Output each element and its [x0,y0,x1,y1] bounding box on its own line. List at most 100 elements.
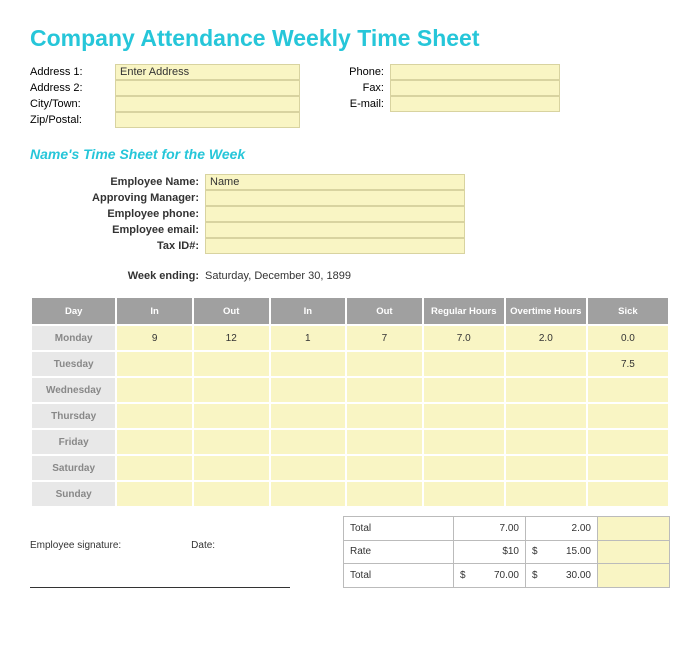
page-title: Company Attendance Weekly Time Sheet [30,25,670,52]
cell-in1[interactable] [116,481,193,507]
cell-out1[interactable] [193,351,270,377]
fax-field[interactable] [390,80,560,96]
cell-sick[interactable] [587,403,669,429]
cell-ot[interactable]: 2.0 [505,325,587,351]
sum-total-reg: 7.00 [454,517,526,541]
cell-sick[interactable] [587,377,669,403]
day-label: Friday [31,429,116,455]
cell-sick[interactable]: 7.5 [587,351,669,377]
emp-phone-label: Employee phone: [30,208,205,220]
summary-table: Total 7.00 2.00 Rate $10 $15.00 Total $7… [343,516,670,588]
address2-field[interactable] [115,80,300,96]
cell-in1[interactable]: 9 [116,325,193,351]
cell-in1[interactable] [116,429,193,455]
col-day: Day [31,297,116,325]
phone-label: Phone: [330,66,390,78]
cell-in2[interactable] [270,403,347,429]
cell-reg[interactable]: 7.0 [423,325,505,351]
week-ending-value: Saturday, December 30, 1899 [205,270,351,282]
tax-field[interactable] [205,238,465,254]
cell-out1[interactable]: 12 [193,325,270,351]
day-label: Saturday [31,455,116,481]
cell-ot[interactable] [505,429,587,455]
employee-info: Employee Name:Name Approving Manager: Em… [30,174,670,254]
cell-in2[interactable] [270,481,347,507]
sum-grand-label: Total [344,564,454,588]
cell-sick[interactable]: 0.0 [587,325,669,351]
cell-ot[interactable] [505,403,587,429]
cell-reg[interactable] [423,455,505,481]
sum-total-label: Total [344,517,454,541]
day-label: Monday [31,325,116,351]
date-label: Date: [191,540,215,551]
sum-rate-reg: $10 [454,540,526,564]
manager-label: Approving Manager: [30,192,205,204]
cell-reg[interactable] [423,429,505,455]
cell-in1[interactable] [116,403,193,429]
col-in1: In [116,297,193,325]
cell-reg[interactable] [423,403,505,429]
cell-out2[interactable] [346,455,423,481]
cell-sick[interactable] [587,455,669,481]
cell-in1[interactable] [116,351,193,377]
cell-reg[interactable] [423,481,505,507]
day-label: Wednesday [31,377,116,403]
cell-reg[interactable] [423,377,505,403]
emp-name-label: Employee Name: [30,176,205,188]
cell-in2[interactable] [270,377,347,403]
table-row: Monday912177.02.00.0 [31,325,669,351]
cell-in1[interactable] [116,455,193,481]
cell-out1[interactable] [193,377,270,403]
cell-sick[interactable] [587,429,669,455]
address2-label: Address 2: [30,82,115,94]
manager-field[interactable] [205,190,465,206]
cell-out2[interactable] [346,429,423,455]
zip-field[interactable] [115,112,300,128]
cell-out2[interactable] [346,351,423,377]
col-out2: Out [346,297,423,325]
cell-out2[interactable] [346,403,423,429]
sum-total-ot: 2.00 [526,517,598,541]
signature-line [30,587,290,588]
emp-email-field[interactable] [205,222,465,238]
emp-phone-field[interactable] [205,206,465,222]
cell-in2[interactable]: 1 [270,325,347,351]
cell-ot[interactable] [505,377,587,403]
email-field[interactable] [390,96,560,112]
table-row: Sunday [31,481,669,507]
city-field[interactable] [115,96,300,112]
col-out1: Out [193,297,270,325]
address1-field[interactable]: Enter Address [115,64,300,80]
col-ot: Overtime Hours [505,297,587,325]
sum-blank [598,540,670,564]
cell-ot[interactable] [505,481,587,507]
col-in2: In [270,297,347,325]
cell-in2[interactable] [270,455,347,481]
table-row: Tuesday7.5 [31,351,669,377]
cell-reg[interactable] [423,351,505,377]
cell-sick[interactable] [587,481,669,507]
company-info: Address 1:Enter Address Address 2: City/… [30,64,670,128]
cell-out1[interactable] [193,403,270,429]
cell-in2[interactable] [270,429,347,455]
table-row: Friday [31,429,669,455]
cell-in2[interactable] [270,351,347,377]
cell-ot[interactable] [505,455,587,481]
phone-field[interactable] [390,64,560,80]
cell-out1[interactable] [193,455,270,481]
cell-out2[interactable] [346,377,423,403]
day-label: Sunday [31,481,116,507]
fax-label: Fax: [330,82,390,94]
emp-email-label: Employee email: [30,224,205,236]
sum-grand-ot: $30.00 [526,564,598,588]
cell-out2[interactable]: 7 [346,325,423,351]
timesheet-table: Day In Out In Out Regular Hours Overtime… [30,296,670,508]
day-label: Thursday [31,403,116,429]
emp-name-field[interactable]: Name [205,174,465,190]
cell-out2[interactable] [346,481,423,507]
col-reg: Regular Hours [423,297,505,325]
cell-out1[interactable] [193,429,270,455]
cell-ot[interactable] [505,351,587,377]
cell-out1[interactable] [193,481,270,507]
cell-in1[interactable] [116,377,193,403]
